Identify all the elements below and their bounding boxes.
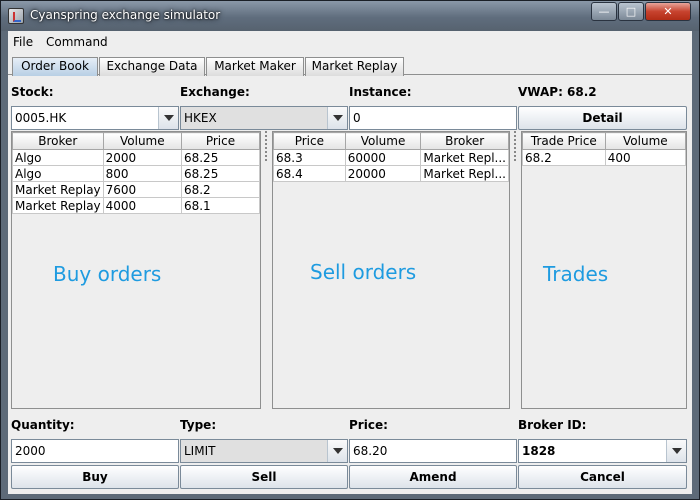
cell-volume: 60000: [344, 149, 422, 166]
column-header-price[interactable]: Price: [273, 132, 346, 150]
chevron-down-icon[interactable]: [666, 440, 686, 462]
quantity-label: Quantity:: [11, 418, 75, 432]
table-row[interactable]: 68.2 400: [522, 149, 686, 166]
broker-id-label: Broker ID:: [518, 418, 587, 432]
broker-id-select[interactable]: 1828: [518, 439, 687, 463]
cell-volume: 4000: [102, 197, 182, 214]
cell-volume: 2000: [102, 149, 182, 166]
chevron-down-icon[interactable]: [327, 107, 347, 129]
table-row[interactable]: Market Replay 7600 68.2: [12, 181, 260, 198]
window-title: Cyanspring exchange simulator: [30, 8, 221, 22]
cell-volume: 800: [102, 165, 182, 182]
type-select[interactable]: LIMIT: [180, 439, 348, 463]
sell-orders-table[interactable]: Price Volume Broker 68.3 60000 Market Repl…: [273, 132, 509, 182]
stock-label: Stock:: [11, 85, 54, 99]
cell-volume: 7600: [102, 181, 182, 198]
quantity-value: 2000: [15, 444, 46, 458]
close-button[interactable]: ✕: [645, 2, 691, 21]
sell-orders-overlay: Sell orders: [310, 260, 417, 284]
tab-bar: Order Book Exchange Data Market Maker Ma…: [8, 55, 692, 76]
app-icon: [8, 8, 24, 24]
menu-file[interactable]: File: [13, 35, 33, 49]
instance-label: Instance:: [349, 85, 412, 99]
chevron-down-icon[interactable]: [327, 440, 347, 462]
buy-orders-overlay: Buy orders: [53, 262, 162, 286]
buy-button[interactable]: Buy: [11, 465, 179, 489]
column-header-volume[interactable]: Volume: [604, 132, 686, 150]
price-value: 68.20: [353, 444, 388, 458]
amend-button[interactable]: Amend: [349, 465, 517, 489]
maximize-button[interactable]: □: [618, 2, 644, 21]
app-window: Cyanspring exchange simulator — □ ✕ File…: [0, 0, 700, 500]
table-row[interactable]: 68.3 60000 Market Repl...: [273, 149, 509, 166]
menu-command[interactable]: Command: [46, 35, 108, 49]
cell-broker: Market Repl...: [420, 149, 509, 166]
column-header-broker[interactable]: Broker: [12, 132, 104, 150]
instance-value: 0: [353, 111, 361, 125]
column-header-volume[interactable]: Volume: [344, 132, 422, 150]
type-value: LIMIT: [184, 444, 216, 458]
column-header-price[interactable]: Price: [180, 132, 260, 150]
exchange-value: HKEX: [184, 111, 217, 125]
broker-id-value: 1828: [522, 444, 556, 458]
type-label: Type:: [180, 418, 217, 432]
column-header-volume[interactable]: Volume: [102, 132, 182, 150]
cell-trade-price: 68.2: [522, 149, 606, 166]
cancel-button[interactable]: Cancel: [518, 465, 687, 489]
tab-market-replay[interactable]: Market Replay: [305, 57, 404, 76]
trades-overlay: Trades: [543, 262, 609, 286]
cell-broker: Algo: [12, 165, 104, 182]
menu-bar: File Command: [8, 31, 692, 53]
price-field[interactable]: 68.20: [349, 439, 517, 463]
tab-market-maker[interactable]: Market Maker: [206, 57, 304, 76]
splitter-handle[interactable]: [263, 131, 269, 411]
tab-exchange-data[interactable]: Exchange Data: [99, 57, 205, 76]
cell-price: 68.2: [180, 181, 260, 198]
stock-value: 0005.HK: [15, 111, 67, 125]
quantity-field[interactable]: 2000: [11, 439, 179, 463]
cell-price: 68.1: [180, 197, 260, 214]
table-row[interactable]: Market Replay 4000 68.1: [12, 197, 260, 214]
cell-volume: 400: [604, 149, 686, 166]
cell-price: 68.25: [180, 165, 260, 182]
cell-broker: Market Repl...: [420, 165, 509, 182]
trades-panel: Trade Price Volume 68.2 400 Trades: [521, 131, 687, 409]
column-header-trade-price[interactable]: Trade Price: [522, 132, 606, 150]
table-row[interactable]: Algo 800 68.25: [12, 165, 260, 182]
buy-orders-panel: Broker Volume Price Algo 2000 68.25 Algo 80…: [11, 131, 261, 409]
cell-price: 68.25: [180, 149, 260, 166]
sell-button[interactable]: Sell: [180, 465, 348, 489]
price-label: Price:: [349, 418, 388, 432]
sell-orders-panel: Price Volume Broker 68.3 60000 Market Repl…: [272, 131, 510, 409]
minimize-button[interactable]: —: [591, 2, 617, 21]
table-row[interactable]: 68.4 20000 Market Repl...: [273, 165, 509, 182]
cell-price: 68.3: [273, 149, 346, 166]
detail-button[interactable]: Detail: [518, 106, 687, 130]
chevron-down-icon[interactable]: [158, 107, 178, 129]
cell-broker: Market Replay: [12, 197, 104, 214]
tab-order-book[interactable]: Order Book: [12, 57, 98, 76]
title-bar[interactable]: Cyanspring exchange simulator — □ ✕: [1, 1, 699, 31]
stock-select[interactable]: 0005.HK: [11, 106, 179, 130]
buy-orders-table[interactable]: Broker Volume Price Algo 2000 68.25 Algo 80…: [12, 132, 260, 214]
trades-table[interactable]: Trade Price Volume 68.2 400: [522, 132, 686, 166]
cell-volume: 20000: [344, 165, 422, 182]
client-area: File Command Order Book Exchange Data Ma…: [8, 31, 692, 494]
exchange-select[interactable]: HKEX: [180, 106, 348, 130]
table-row[interactable]: Algo 2000 68.25: [12, 149, 260, 166]
exchange-label: Exchange:: [180, 85, 250, 99]
cell-price: 68.4: [273, 165, 346, 182]
vwap-label: VWAP: 68.2: [518, 85, 597, 99]
column-header-broker[interactable]: Broker: [420, 132, 509, 150]
instance-field[interactable]: 0: [349, 106, 517, 130]
cell-broker: Algo: [12, 149, 104, 166]
cell-broker: Market Replay: [12, 181, 104, 198]
splitter-handle[interactable]: [512, 131, 518, 411]
